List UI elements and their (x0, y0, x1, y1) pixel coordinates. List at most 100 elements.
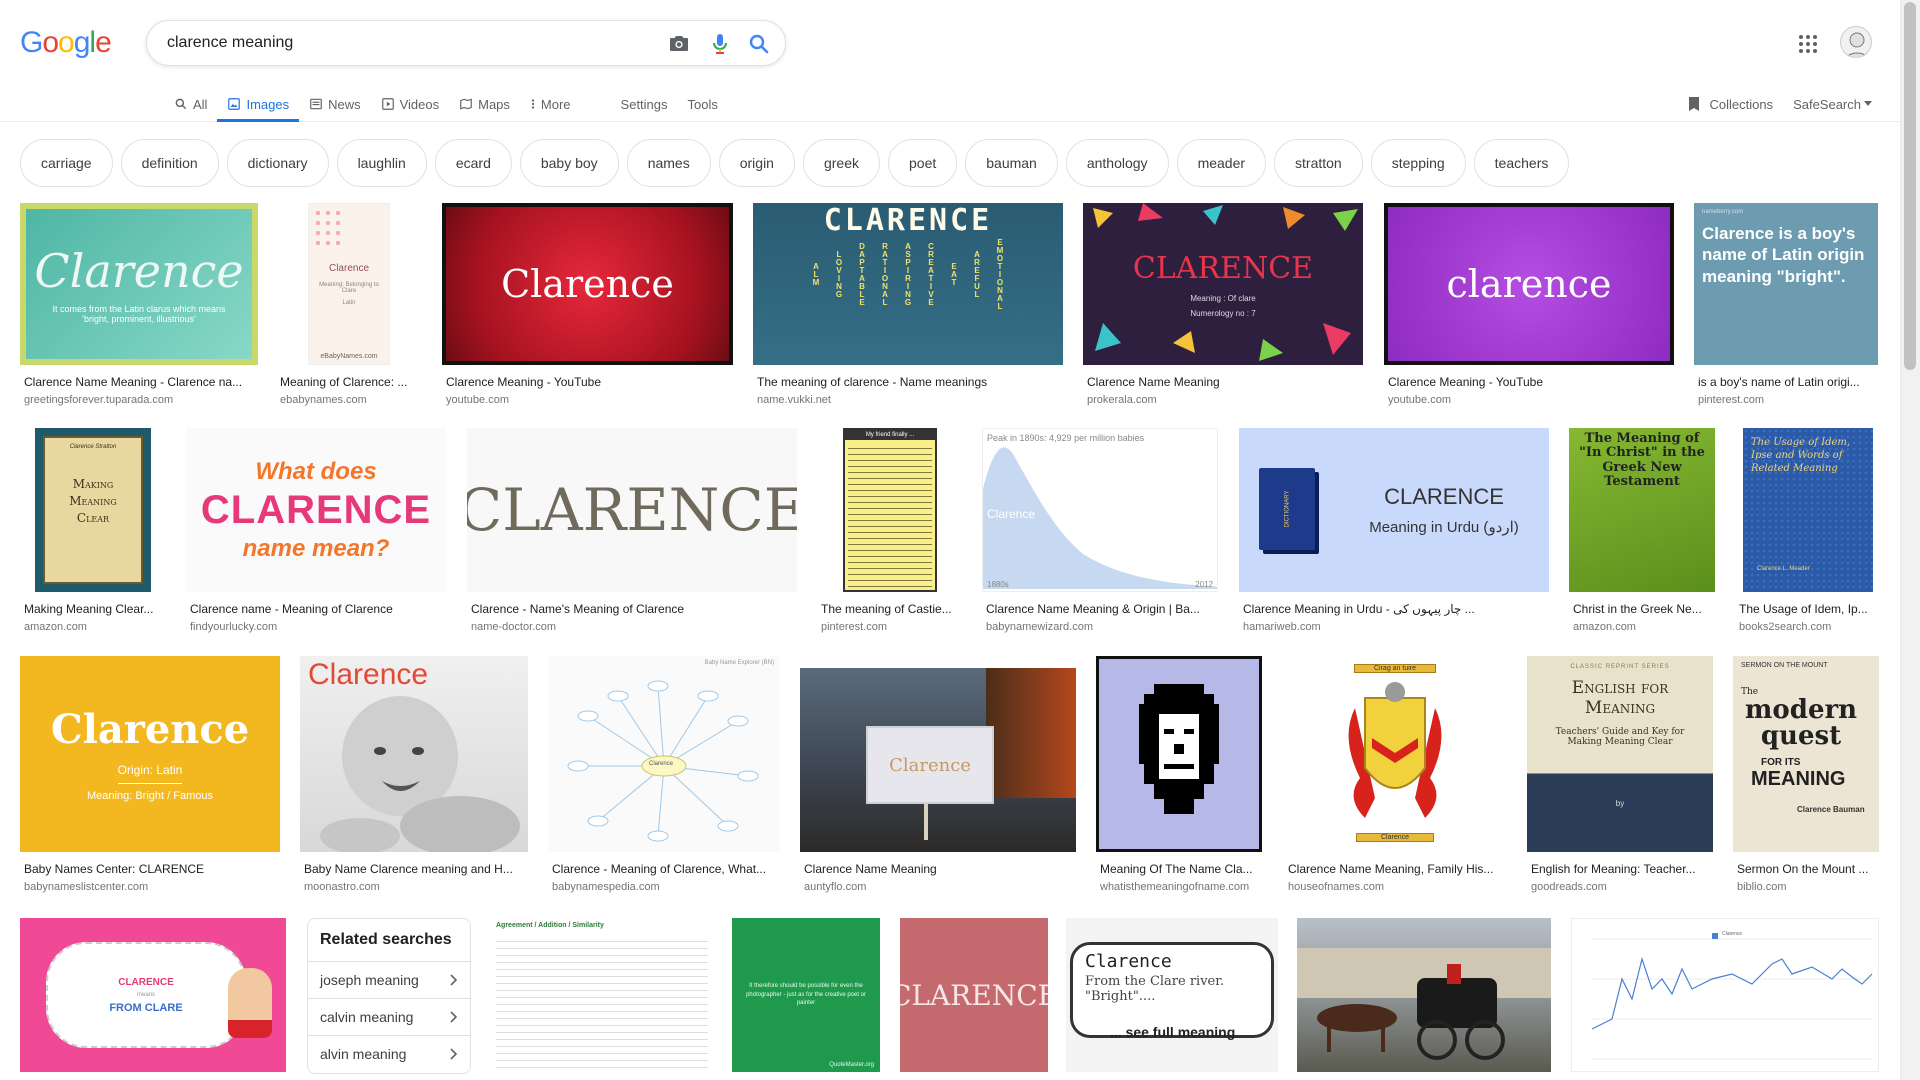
baby-photo (320, 696, 520, 852)
image-result[interactable]: My friend finally ... The meaning of Cas… (817, 428, 963, 634)
chip[interactable]: laughlin (336, 139, 427, 187)
result-thumbnail: Clarence (300, 656, 528, 852)
image-result[interactable]: Clarence Origin: Latin Meaning: Bright /… (20, 656, 280, 896)
collections-button[interactable]: Collections (1687, 96, 1773, 112)
image-result[interactable]: Clarence From the Clare river. "Bright".… (1066, 918, 1278, 1072)
image-result[interactable]: SERMON ON THE MOUNT The modern quest FOR… (1733, 656, 1879, 896)
result-thumbnail: Baby Name Explorer (BN) Clarence (548, 656, 780, 852)
chip[interactable]: poet (888, 139, 958, 187)
thumb-text: Clarence L. Meader (1757, 566, 1810, 572)
image-result[interactable]: nameberry.com Clarence is a boy's name o… (1694, 203, 1878, 408)
thumb-text: CLARENCE (118, 976, 174, 988)
tab-label: Maps (478, 96, 510, 112)
chip[interactable]: meader (1176, 139, 1267, 187)
image-result[interactable]: Agreement / Addition / Similarity (492, 918, 712, 1072)
result-site: amazon.com (24, 621, 87, 633)
image-result[interactable]: It therefore should be possible for even… (732, 918, 880, 1072)
image-result[interactable]: CLARENCE Clarence - Name's Meaning of Cl… (467, 428, 797, 634)
image-result[interactable]: CLARENCE Meaning : Of clare Numerology n… (1083, 203, 1363, 408)
image-result[interactable]: CLARENCE means FROM CLARE (20, 918, 286, 1072)
apps-grid-icon[interactable] (1796, 32, 1820, 56)
photo: Clarence (800, 668, 1076, 852)
chip[interactable]: ecard (434, 139, 512, 187)
result-title: is a boy's name of Latin origi... (1698, 375, 1860, 389)
related-item[interactable]: joseph meaning (308, 961, 470, 998)
image-result[interactable]: The Meaning of "In Christ" in the Greek … (1569, 428, 1715, 634)
scrollbar-thumb[interactable] (1904, 2, 1916, 370)
image-result[interactable]: Peak in 1890s: 4,929 per million babies … (982, 428, 1218, 634)
chip[interactable]: definition (120, 139, 219, 187)
result-thumbnail: CLARENCE (900, 918, 1048, 1072)
search-input[interactable] (167, 31, 637, 55)
image-result[interactable]: What does CLARENCE name mean? Clarence n… (186, 428, 446, 634)
related-item[interactable]: alvin meaning (308, 1035, 470, 1072)
image-result[interactable]: Clarence (1571, 918, 1879, 1072)
tab-maps[interactable]: Maps (449, 86, 520, 122)
tools-link[interactable]: Tools (678, 86, 728, 122)
google-logo[interactable]: Google (20, 26, 112, 60)
tab-images[interactable]: Images (217, 86, 299, 122)
image-result[interactable]: Baby Name Explorer (BN) Clarence Clarenc… (548, 656, 780, 896)
related-item[interactable]: calvin meaning (308, 998, 470, 1035)
settings-link[interactable]: Settings (611, 86, 678, 122)
suggestion-chips: carriage definition dictionary laughlin … (20, 139, 1570, 187)
thumb-text: Clarence (34, 244, 244, 298)
result-thumbnail: CLARENCE means FROM CLARE (20, 918, 286, 1072)
result-thumbnail: CLASSIC REPRINT SERIES English for Meani… (1527, 656, 1713, 852)
image-result[interactable]: Clarence Clarence Name Meaning auntyflo.… (800, 656, 1076, 896)
tab-all[interactable]: All (164, 86, 217, 122)
image-result[interactable]: The Usage of Idem, Ipse and Words of Rel… (1735, 428, 1881, 634)
camera-icon[interactable] (667, 32, 691, 56)
image-result[interactable]: Clarence It comes from the Latin clarus … (20, 203, 258, 408)
thumb-text: Clarence (1722, 931, 1743, 937)
related-item-label: joseph meaning (320, 972, 419, 988)
image-result[interactable]: clarence Clarence Meaning - YouTube yout… (1384, 203, 1674, 408)
result-title: Sermon On the Mount ... (1737, 862, 1869, 876)
result-site: ebabynames.com (280, 394, 367, 406)
avatar[interactable] (1840, 26, 1872, 58)
chip[interactable]: greek (802, 139, 880, 187)
image-result[interactable]: Meaning Of The Name Cla... whatisthemean… (1096, 656, 1262, 896)
thumb-text: modern quest (1744, 695, 1858, 751)
chip[interactable]: carriage (20, 139, 113, 187)
thumb-text: FROM CLARE (109, 1001, 183, 1014)
chip[interactable]: dictionary (226, 139, 329, 187)
logo-letter: o (58, 26, 75, 59)
chip[interactable]: bauman (965, 139, 1058, 187)
tab-more[interactable]: More (520, 86, 581, 122)
thumb-text: Clarence (649, 761, 674, 767)
result-site: findyourlucky.com (190, 621, 278, 633)
chip[interactable]: stepping (1370, 139, 1466, 187)
image-result[interactable]: CLASSIC REPRINT SERIES English for Meani… (1527, 656, 1713, 896)
result-title: Clarence - Meaning of Clarence, What... (552, 862, 767, 876)
image-result[interactable]: Clarence Clarence Meaning - YouTube yout… (442, 203, 733, 408)
image-result[interactable]: Clarence Stratton Making Meaning Clear M… (20, 428, 166, 634)
note-lines (848, 443, 932, 587)
safesearch-button[interactable]: SafeSearch (1793, 97, 1872, 112)
result-title: Clarence Meaning - YouTube (446, 375, 601, 389)
image-result[interactable]: CLARENCE (900, 918, 1048, 1072)
tab-news[interactable]: News (299, 86, 371, 122)
result-thumbnail: My friend finally ... (817, 428, 963, 592)
chevron-down-icon (1864, 101, 1872, 106)
image-result[interactable] (1297, 918, 1551, 1072)
result-site: amazon.com (1573, 621, 1636, 633)
search-icon[interactable] (747, 32, 771, 56)
image-result[interactable]: DICTIONARY CLARENCE Meaning in Urdu (ارد… (1239, 428, 1549, 634)
mic-icon[interactable] (708, 32, 732, 56)
tab-videos[interactable]: Videos (371, 86, 450, 122)
chip[interactable]: names (626, 139, 711, 187)
chip[interactable]: baby boy (519, 139, 619, 187)
image-result[interactable]: CLARENCE ALM LOVING DAPTABLE RATIONAL AS… (753, 203, 1063, 408)
chip[interactable]: anthology (1065, 139, 1169, 187)
image-result[interactable]: Cirag an tuire Clarence Clarence Name Me… (1284, 656, 1506, 896)
image-result[interactable]: Clarence Baby Name Clarence meaning and … (300, 656, 528, 896)
chip[interactable]: stratton (1274, 139, 1363, 187)
chip[interactable]: origin (718, 139, 795, 187)
book-cover: Clarence Stratton Making Meaning Clear (35, 428, 151, 592)
result-site: babynamespedia.com (552, 881, 660, 893)
thumb-text: name mean? (242, 534, 390, 562)
image-result[interactable]: Clarence Meaning: Belonging to Clare Lat… (276, 203, 422, 408)
chip[interactable]: teachers (1473, 139, 1570, 187)
thumb-text: Meaning in Urdu (اردو) (1369, 519, 1519, 536)
